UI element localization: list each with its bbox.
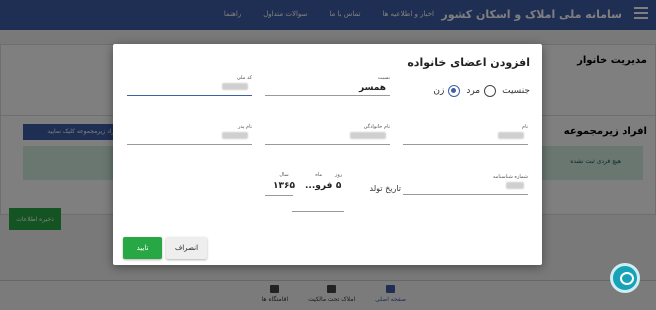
father-name-label: نام پدر [237, 124, 252, 130]
birth-day-select[interactable]: روز ۵ [335, 172, 342, 191]
gender-male-option[interactable]: مرد [466, 85, 497, 97]
last-name-label: نام خانوادگی [363, 124, 390, 130]
birth-year-input[interactable]: سال ۱۳۶۵ [273, 172, 295, 191]
first-name-value [498, 132, 524, 139]
chat-support-icon[interactable] [610, 263, 640, 293]
add-family-member-modal: افزودن اعضای خانواده جنسیت مرد زن کد ملی… [113, 44, 542, 265]
birth-month-label: ماه [315, 172, 323, 178]
last-name-value [350, 132, 386, 139]
birth-day-value: ۵ [335, 181, 342, 191]
birth-day-label: روز [335, 172, 343, 178]
birth-month-value: فرو... [305, 181, 333, 191]
gender-label: جنسیت [502, 86, 530, 96]
id-number-label: شماره شناسنامه [492, 174, 528, 180]
birth-year-underline [265, 195, 293, 196]
gender-female-label: زن [433, 86, 445, 96]
first-name-label: نام [521, 124, 528, 130]
national-code-label: کد ملی [236, 75, 252, 81]
birth-year-value: ۱۳۶۵ [273, 181, 295, 191]
cancel-button[interactable]: انصراف [166, 237, 207, 259]
father-name-value [222, 132, 248, 139]
id-number-value [506, 182, 524, 189]
modal-title: افزودن اعضای خانواده [407, 56, 530, 69]
birth-month-select[interactable]: ماه فرو... [305, 172, 332, 191]
birth-date-underline [292, 211, 344, 212]
relation-value: همسر [358, 83, 386, 93]
birth-date-label: تاریخ تولد [369, 184, 401, 193]
gender-female-option[interactable]: زن [433, 85, 461, 97]
gender-male-label: مرد [466, 86, 481, 96]
gender-group: جنسیت مرد زن [433, 85, 530, 97]
relation-label: نسبت [377, 75, 390, 81]
confirm-button[interactable]: تایید [123, 237, 162, 259]
gender-male-radio[interactable] [484, 85, 497, 97]
birth-year-label: سال [279, 172, 289, 178]
national-code-value [222, 83, 248, 90]
gender-female-radio[interactable] [448, 85, 461, 97]
